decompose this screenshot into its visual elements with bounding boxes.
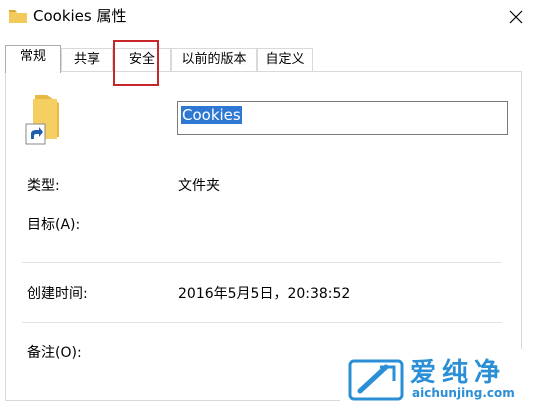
target-label: 目标(A):	[27, 217, 81, 233]
divider	[22, 322, 502, 323]
tab-sharing[interactable]: 共享	[61, 48, 113, 72]
tab-previous-versions[interactable]: 以前的版本	[171, 48, 257, 72]
created-value: 2016年5月5日，20:38:52	[178, 286, 351, 302]
close-icon	[509, 10, 523, 24]
title-bar: Cookies 属性	[0, 0, 536, 34]
close-button[interactable]	[496, 0, 536, 34]
tab-customize[interactable]: 自定义	[257, 48, 313, 72]
security-tab-highlight	[113, 40, 159, 86]
folder-name-selected-text: Cookies	[181, 106, 242, 124]
type-label: 类型:	[27, 178, 60, 194]
type-value: 文件夹	[178, 178, 220, 194]
tab-strip: 常规 共享 安全 以前的版本 自定义	[0, 45, 536, 73]
comment-label: 备注(O):	[27, 345, 82, 361]
window-title: Cookies 属性	[33, 7, 127, 25]
watermark-logo-icon	[348, 359, 404, 401]
folder-shortcut-icon	[25, 95, 59, 145]
created-label: 创建时间:	[27, 286, 88, 302]
tab-general[interactable]: 常规	[5, 45, 61, 73]
watermark-url: aichunjing.com	[412, 386, 515, 400]
watermark-title: 爱纯净	[410, 358, 507, 388]
watermark: 爱纯净 aichunjing.com	[340, 349, 536, 408]
folder-icon	[9, 10, 27, 23]
divider	[22, 262, 502, 263]
folder-name-input[interactable]: Cookies	[177, 101, 508, 135]
